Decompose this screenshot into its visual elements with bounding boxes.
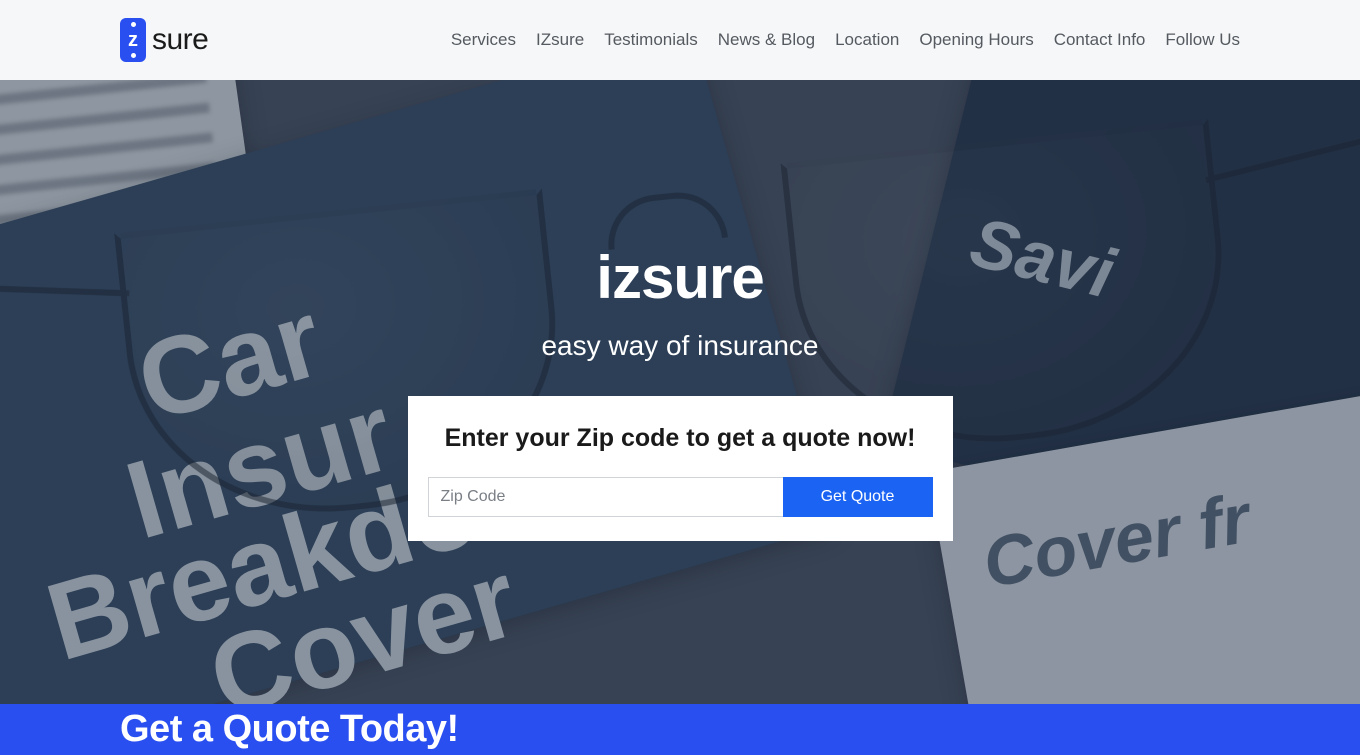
nav-link-izsure[interactable]: IZsure — [536, 30, 584, 50]
nav-link-location[interactable]: Location — [835, 30, 899, 50]
primary-nav: Services IZsure Testimonials News & Blog… — [451, 30, 1240, 50]
zip-code-input[interactable] — [428, 477, 783, 517]
quote-row: Get Quote — [428, 477, 933, 517]
brand-logo[interactable]: z sure — [120, 18, 208, 62]
quote-card-heading: Enter your Zip code to get a quote now! — [428, 424, 933, 453]
cta-headline: Get a Quote Today! — [120, 708, 1360, 751]
nav-link-news-blog[interactable]: News & Blog — [718, 30, 815, 50]
quote-card: Enter your Zip code to get a quote now! … — [408, 396, 953, 541]
logo-text: sure — [152, 23, 208, 57]
nav-link-follow-us[interactable]: Follow Us — [1165, 30, 1240, 50]
hero-content: izsure easy way of insurance Enter your … — [408, 243, 953, 541]
nav-link-services[interactable]: Services — [451, 30, 516, 50]
get-quote-button[interactable]: Get Quote — [783, 477, 933, 517]
logo-mark-icon: z — [120, 18, 146, 62]
hero-subtitle: easy way of insurance — [408, 330, 953, 362]
nav-link-testimonials[interactable]: Testimonials — [604, 30, 698, 50]
hero-title: izsure — [408, 243, 953, 312]
nav-link-opening-hours[interactable]: Opening Hours — [919, 30, 1033, 50]
nav-link-contact-info[interactable]: Contact Info — [1054, 30, 1146, 50]
logo-z-letter: z — [128, 30, 138, 50]
cta-strip: Get a Quote Today! — [0, 704, 1360, 755]
hero: Savi Car Insur Breakdown Cover Cover fr … — [0, 80, 1360, 704]
site-header: z sure Services IZsure Testimonials News… — [0, 0, 1360, 80]
